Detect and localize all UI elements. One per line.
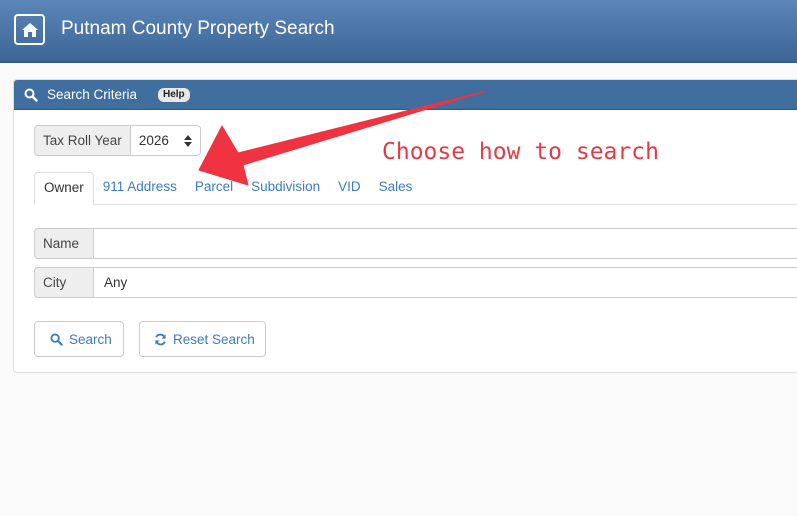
annotation-text: Choose how to search	[382, 139, 659, 165]
annotation-arrow	[198, 90, 487, 186]
